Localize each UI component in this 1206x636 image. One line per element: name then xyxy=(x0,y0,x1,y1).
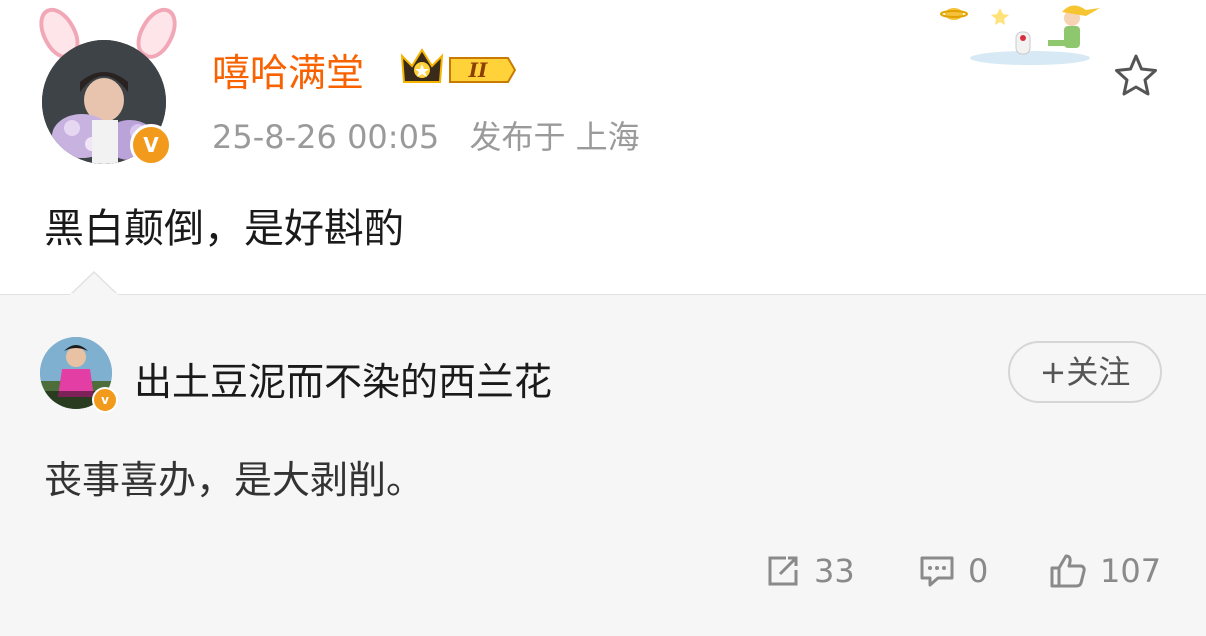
favorite-star-icon[interactable] xyxy=(1110,50,1162,102)
like-count: 107 xyxy=(1100,552,1162,590)
repost-action[interactable]: 33 xyxy=(764,549,855,593)
comment-card: v 出土豆泥而不染的西兰花 +关注 丧事喜办，是大剥削。 33 0 107 xyxy=(0,271,1206,636)
verified-badge-icon: V xyxy=(130,124,172,166)
user-avatar-frame[interactable]: V xyxy=(28,1,198,166)
share-icon xyxy=(768,556,798,586)
comment-content-text: 丧事喜办，是大剥削。 xyxy=(44,458,425,502)
post-content-text: 黑白颠倒，是好斟酌 xyxy=(44,206,404,252)
little-prince-icon xyxy=(940,5,1100,65)
comment-count: 0 xyxy=(968,552,989,590)
post-meta: 25-8-26 00:05 发布于 上海 xyxy=(212,112,660,158)
repost-count: 33 xyxy=(814,552,855,590)
comment-action[interactable]: 0 xyxy=(918,549,988,593)
vip-level-badge[interactable]: II xyxy=(398,44,517,92)
crown-icon: II xyxy=(400,48,517,83)
comment-bubble-icon xyxy=(920,556,954,587)
post-timestamp: 25-8-26 00:05 xyxy=(212,118,440,156)
like-action[interactable]: 107 xyxy=(1048,549,1161,593)
post-location: 发布于 上海 xyxy=(469,118,640,156)
follow-button[interactable]: +关注 xyxy=(1008,341,1162,403)
thumbs-up-icon xyxy=(1050,554,1086,588)
little-prince-decoration xyxy=(940,0,1110,66)
comment-pointer-icon xyxy=(70,271,118,295)
commenter-username[interactable]: 出土豆泥而不染的西兰花 xyxy=(134,351,552,406)
weibo-post-page: V 嘻哈满堂 II 25-8-26 00:05 发布于 上海 黑白颠倒，是好斟酌… xyxy=(0,0,1206,636)
main-post: V 嘻哈满堂 II 25-8-26 00:05 发布于 上海 黑白颠倒，是好斟酌 xyxy=(0,0,1206,294)
commenter-verified-icon: v xyxy=(92,387,118,413)
post-username[interactable]: 嘻哈满堂 xyxy=(212,42,364,97)
svg-text:II: II xyxy=(468,58,488,82)
